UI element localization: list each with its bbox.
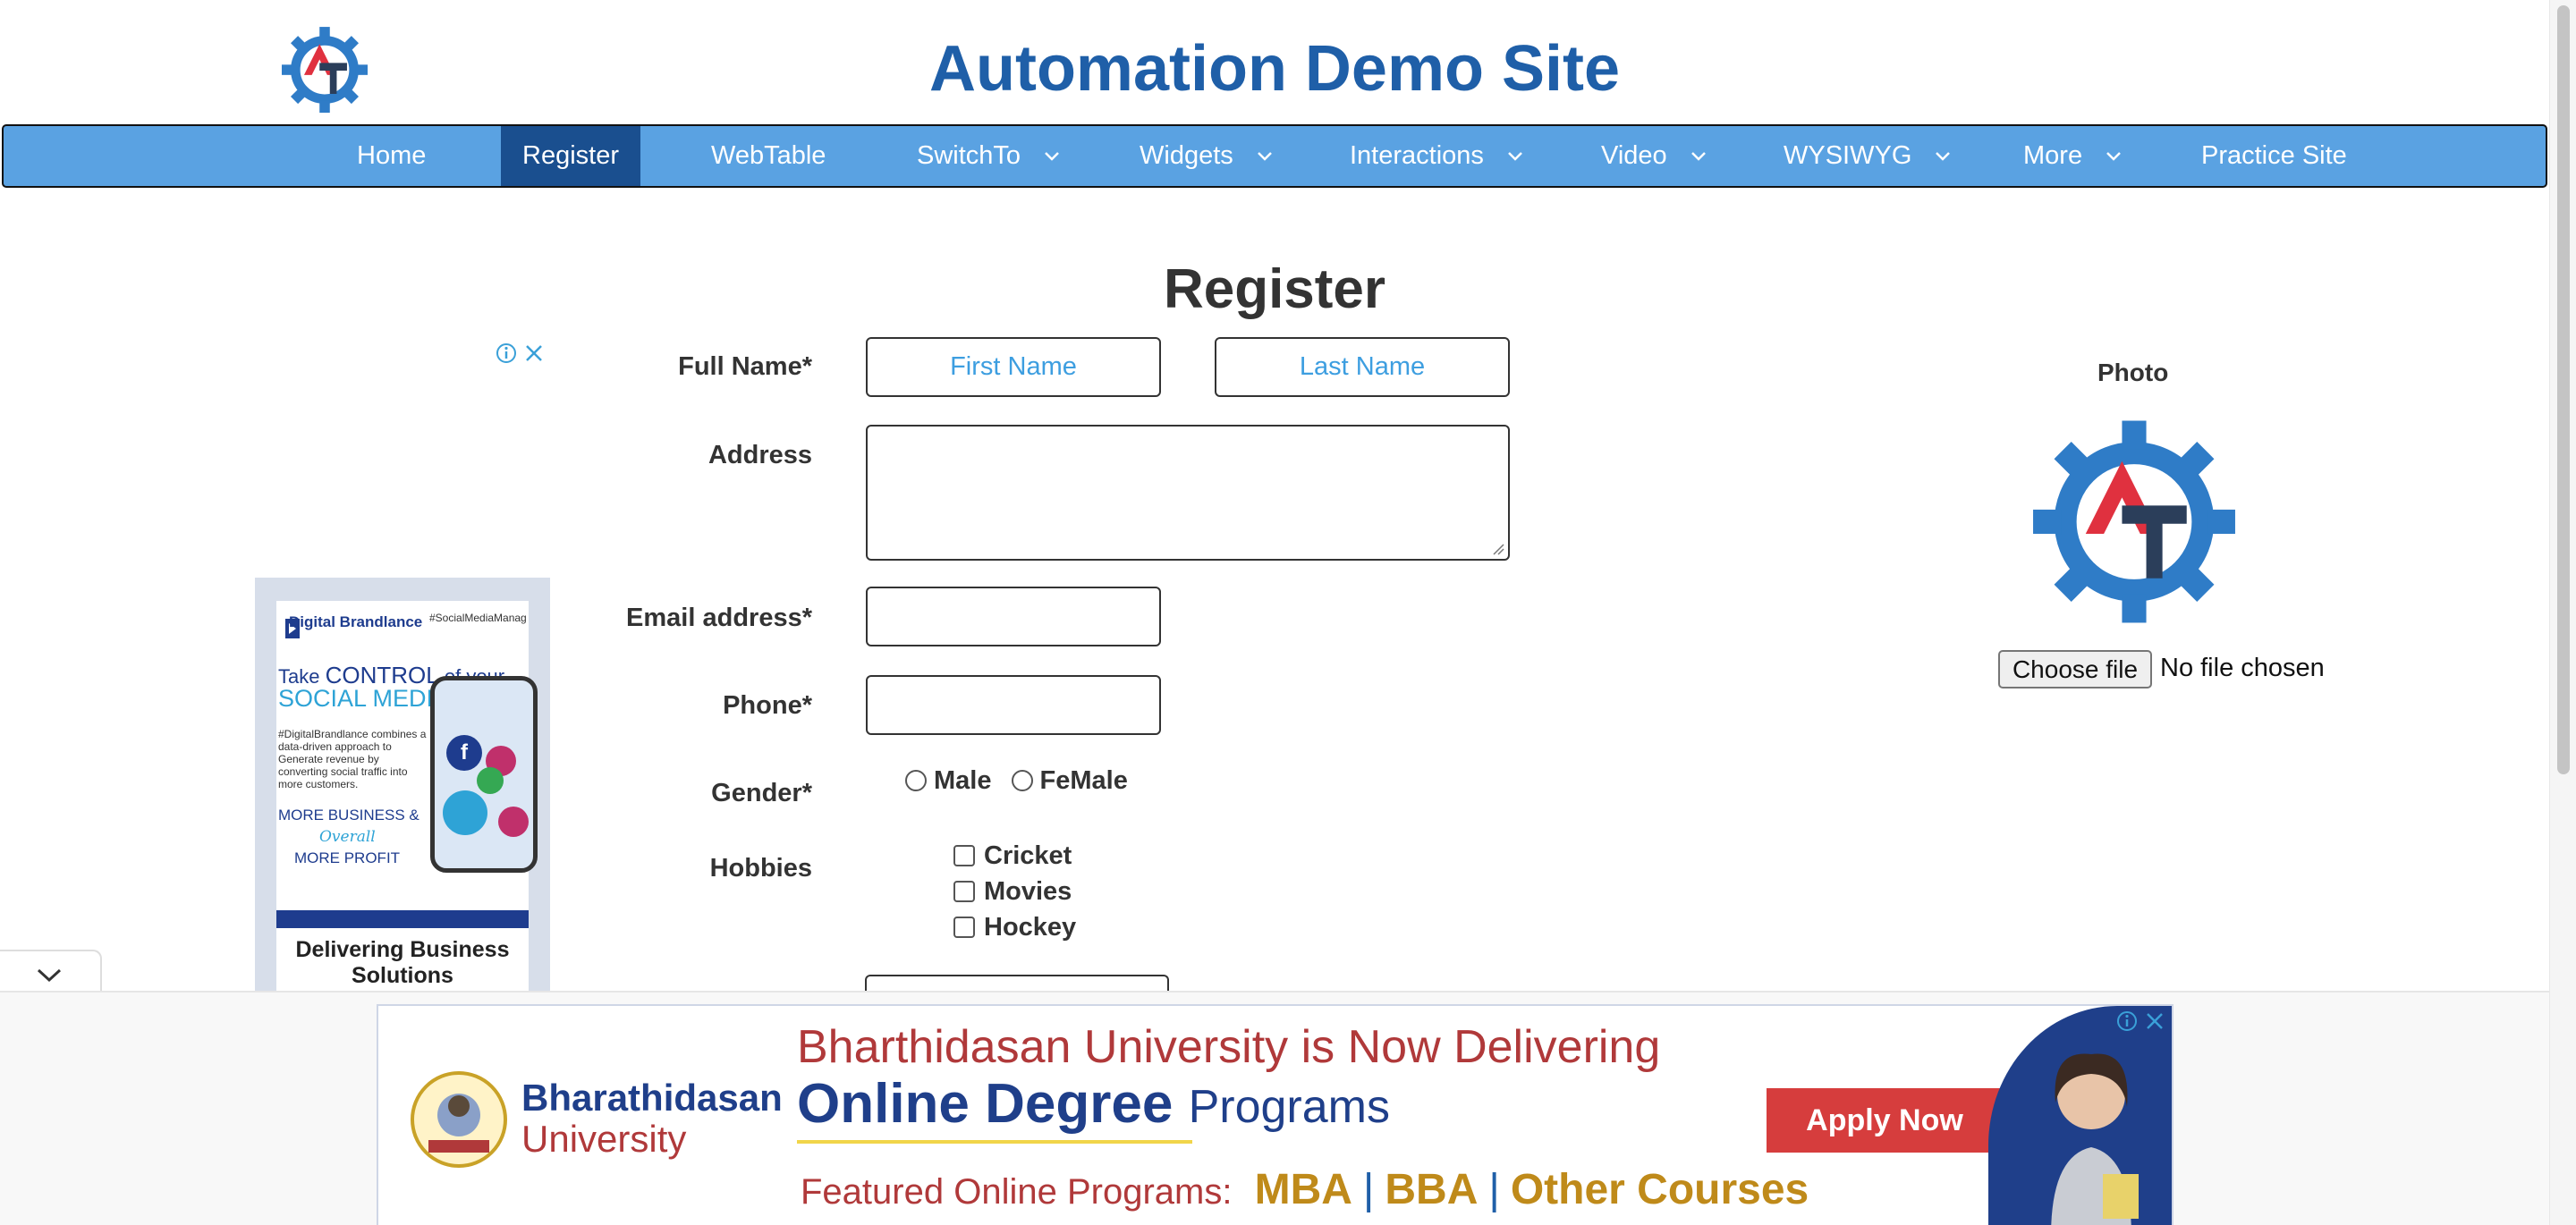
side-ad-social-media: SOCIAL MEDIA	[278, 685, 450, 712]
ad-info-icon[interactable]	[2115, 1010, 2169, 1033]
hobby-item: Cricket	[953, 841, 1072, 871]
first-name-input[interactable]	[866, 337, 1161, 397]
nav-item-label: Interactions	[1350, 141, 1484, 170]
gender-option-label: Male	[934, 766, 992, 795]
side-ad-caption: Delivering Business Solutions	[295, 937, 510, 988]
choose-file-button[interactable]: Choose file	[1998, 650, 2152, 689]
program-separator: |	[1488, 1166, 1500, 1213]
nav-item-interactions[interactable]: Interactions	[1350, 126, 1523, 186]
chevron-down-icon	[1257, 152, 1272, 162]
bottom-ad-headline: Bharthidasan University is Now Deliverin…	[797, 1021, 1661, 1073]
programs-text: Programs	[1188, 1081, 1390, 1133]
nav-item-widgets[interactable]: Widgets	[1140, 126, 1273, 186]
nav-item-video[interactable]: Video	[1601, 126, 1707, 186]
side-ad-hashtag: #SocialMediaManag	[429, 612, 527, 624]
nav-item-label: WYSIWYG	[1784, 141, 1912, 170]
bottom-ad-online-degree: Online Degree Programs	[797, 1072, 1390, 1136]
nav-item-label: Widgets	[1140, 141, 1233, 170]
photo-preview	[2033, 420, 2235, 623]
nav-item-webtable[interactable]: WebTable	[711, 126, 826, 186]
gender-radio-male[interactable]	[905, 770, 927, 791]
nav-item-home[interactable]: Home	[357, 126, 426, 186]
scrollbar-thumb[interactable]	[2557, 5, 2570, 774]
twitter-icon	[443, 790, 487, 835]
program-other: Other Courses	[1510, 1166, 1809, 1213]
side-ad-more-business: MORE BUSINESS &	[278, 807, 419, 824]
university-emblem-icon	[411, 1071, 507, 1168]
page-title: Register	[1163, 258, 1386, 320]
university-name-line2: University	[521, 1118, 687, 1160]
chevron-down-icon	[1936, 152, 1951, 162]
hobby-label: Cricket	[984, 841, 1072, 870]
file-status: No file chosen	[2160, 654, 2325, 682]
page-scrollbar[interactable]	[2549, 0, 2576, 1225]
chevron-down-icon	[1690, 152, 1706, 162]
program-bba: BBA	[1385, 1166, 1479, 1213]
bottom-ad-university: Bharathidasan University	[521, 1077, 783, 1160]
gender-radio-female[interactable]	[1011, 770, 1033, 791]
nav-item-wysiwyg[interactable]: WYSIWYG	[1784, 126, 1951, 186]
chevron-down-icon	[37, 968, 62, 983]
hobby-item: Hockey	[953, 913, 1076, 942]
program-separator: |	[1362, 1166, 1375, 1213]
side-ad-brand: Digital Brandlance	[289, 613, 423, 630]
ad-close-icon	[526, 345, 542, 361]
side-ad[interactable]: Digital Brandlance #SocialMediaManag Tak…	[255, 578, 550, 998]
nav-item-more[interactable]: More	[2023, 126, 2122, 186]
university-name-line1: Bharathidasan	[521, 1077, 783, 1119]
side-ad-overall: Overall	[319, 828, 376, 846]
hobby-checkbox-movies[interactable]	[953, 881, 975, 902]
last-name-input[interactable]	[1215, 337, 1510, 397]
ad-info-icon[interactable]	[495, 342, 548, 365]
phone-field[interactable]	[866, 675, 1161, 735]
gender-options: Male FeMale	[905, 766, 1128, 796]
online-degree-text: Online Degree	[797, 1073, 1174, 1135]
hobby-checkbox-hockey[interactable]	[953, 917, 975, 938]
hobby-label: Movies	[984, 877, 1072, 906]
nav-item-switchto[interactable]: SwitchTo	[917, 126, 1060, 186]
chevron-down-icon	[1045, 152, 1059, 162]
apply-now-button[interactable]: Apply Now	[1767, 1088, 2003, 1153]
chevron-down-icon	[1508, 152, 1522, 162]
resize-handle-icon[interactable]	[1492, 543, 1504, 555]
program-mba: MBA	[1254, 1166, 1352, 1213]
student-photo	[2051, 1053, 2139, 1225]
whatsapp-icon	[477, 767, 504, 794]
ad-collapse-tab[interactable]	[0, 950, 102, 991]
hobby-checkbox-cricket[interactable]	[953, 845, 975, 866]
featured-label: Featured Online Programs:	[801, 1172, 1233, 1212]
site-title: Automation Demo Site	[928, 33, 1621, 105]
nav-item-label: Video	[1601, 141, 1667, 170]
ad-close-icon	[2147, 1013, 2163, 1029]
photo-label: Photo	[2097, 359, 2169, 386]
chevron-down-icon	[2106, 152, 2121, 162]
email-field[interactable]	[866, 587, 1161, 646]
facebook-icon: f	[446, 735, 482, 771]
nav-item-label: SwitchTo	[917, 141, 1021, 170]
side-ad-more-profit: MORE PROFIT	[294, 849, 401, 866]
hobby-label: Hockey	[984, 913, 1077, 942]
nav-item-register[interactable]: Register	[501, 126, 640, 186]
bottom-ad[interactable]: Bharathidasan University Bharthidasan Un…	[377, 1004, 2174, 1225]
pinterest-icon	[498, 807, 529, 837]
address-label: Address	[708, 441, 812, 469]
side-ad-footer-strip	[276, 910, 529, 928]
nav-item-label: More	[2023, 141, 2083, 170]
bottom-ad-featured: Featured Online Programs: MBA | BBA | Other …	[801, 1165, 1809, 1214]
side-ad-body: #DigitalBrandlance combines a data-drive…	[278, 728, 427, 790]
address-textarea[interactable]	[866, 425, 1510, 561]
gender-option-label: FeMale	[1039, 766, 1128, 795]
headline-underline	[797, 1140, 1192, 1144]
nav-item-practice-site[interactable]: Practice Site	[2201, 126, 2347, 186]
hobby-item: Movies	[953, 877, 1072, 907]
main-nav: Home Register WebTable SwitchTo Widgets …	[2, 124, 2547, 188]
